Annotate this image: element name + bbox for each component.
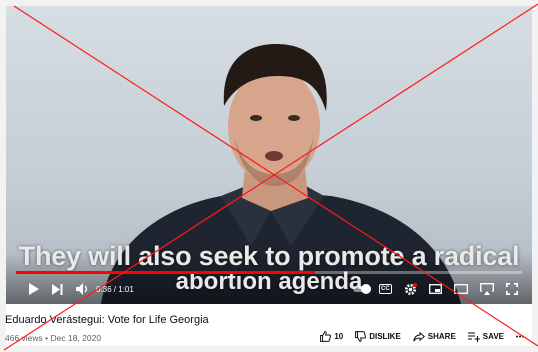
airplay-button[interactable] [480,280,494,298]
volume-button[interactable] [76,280,90,298]
next-icon [52,283,63,295]
theater-mode-button[interactable] [454,280,468,298]
airplay-icon [480,283,494,295]
autoplay-toggle-icon [353,284,371,294]
video-title: Eduardo Verástegui: Vote for Life Georgi… [5,314,209,326]
play-button[interactable] [28,280,39,298]
autoplay-toggle[interactable] [353,280,371,298]
share-label: SHARE [427,332,456,341]
captions-button[interactable]: CC [379,280,392,298]
share-icon [413,331,425,341]
fullscreen-button[interactable] [506,280,518,298]
next-button[interactable] [52,280,63,298]
settings-icon [405,282,417,295]
more-icon [516,335,524,338]
volume-icon [76,283,88,295]
captions-icon: CC [379,284,392,294]
dislike-label: DISLIKE [369,332,401,341]
miniplayer-icon [429,284,442,294]
theater-mode-icon [454,284,468,294]
save-playlist-icon [467,331,480,342]
share-button[interactable]: SHARE [413,331,456,342]
settings-button[interactable] [404,280,417,298]
video-actions: 10 DISLIKE SHARE SAVE [320,331,524,342]
save-label: SAVE [482,332,504,341]
like-count: 10 [334,332,344,341]
play-icon [29,283,39,295]
progress-fill [16,271,315,274]
progress-bar[interactable] [16,271,522,274]
fullscreen-icon [506,283,518,295]
time-display: 0:36 / 1:01 [96,284,134,294]
dislike-button[interactable]: DISLIKE [355,331,401,342]
more-button[interactable] [516,335,524,338]
save-button[interactable]: SAVE [467,331,504,342]
miniplayer-button[interactable] [429,280,442,298]
video-player[interactable]: They will also seek to promote a radical… [6,6,532,304]
thumbs-down-icon [355,331,367,342]
like-button[interactable]: 10 [320,331,343,342]
thumbs-up-icon [320,331,332,342]
video-meta: 466 views • Dec 18, 2020 [5,333,102,343]
